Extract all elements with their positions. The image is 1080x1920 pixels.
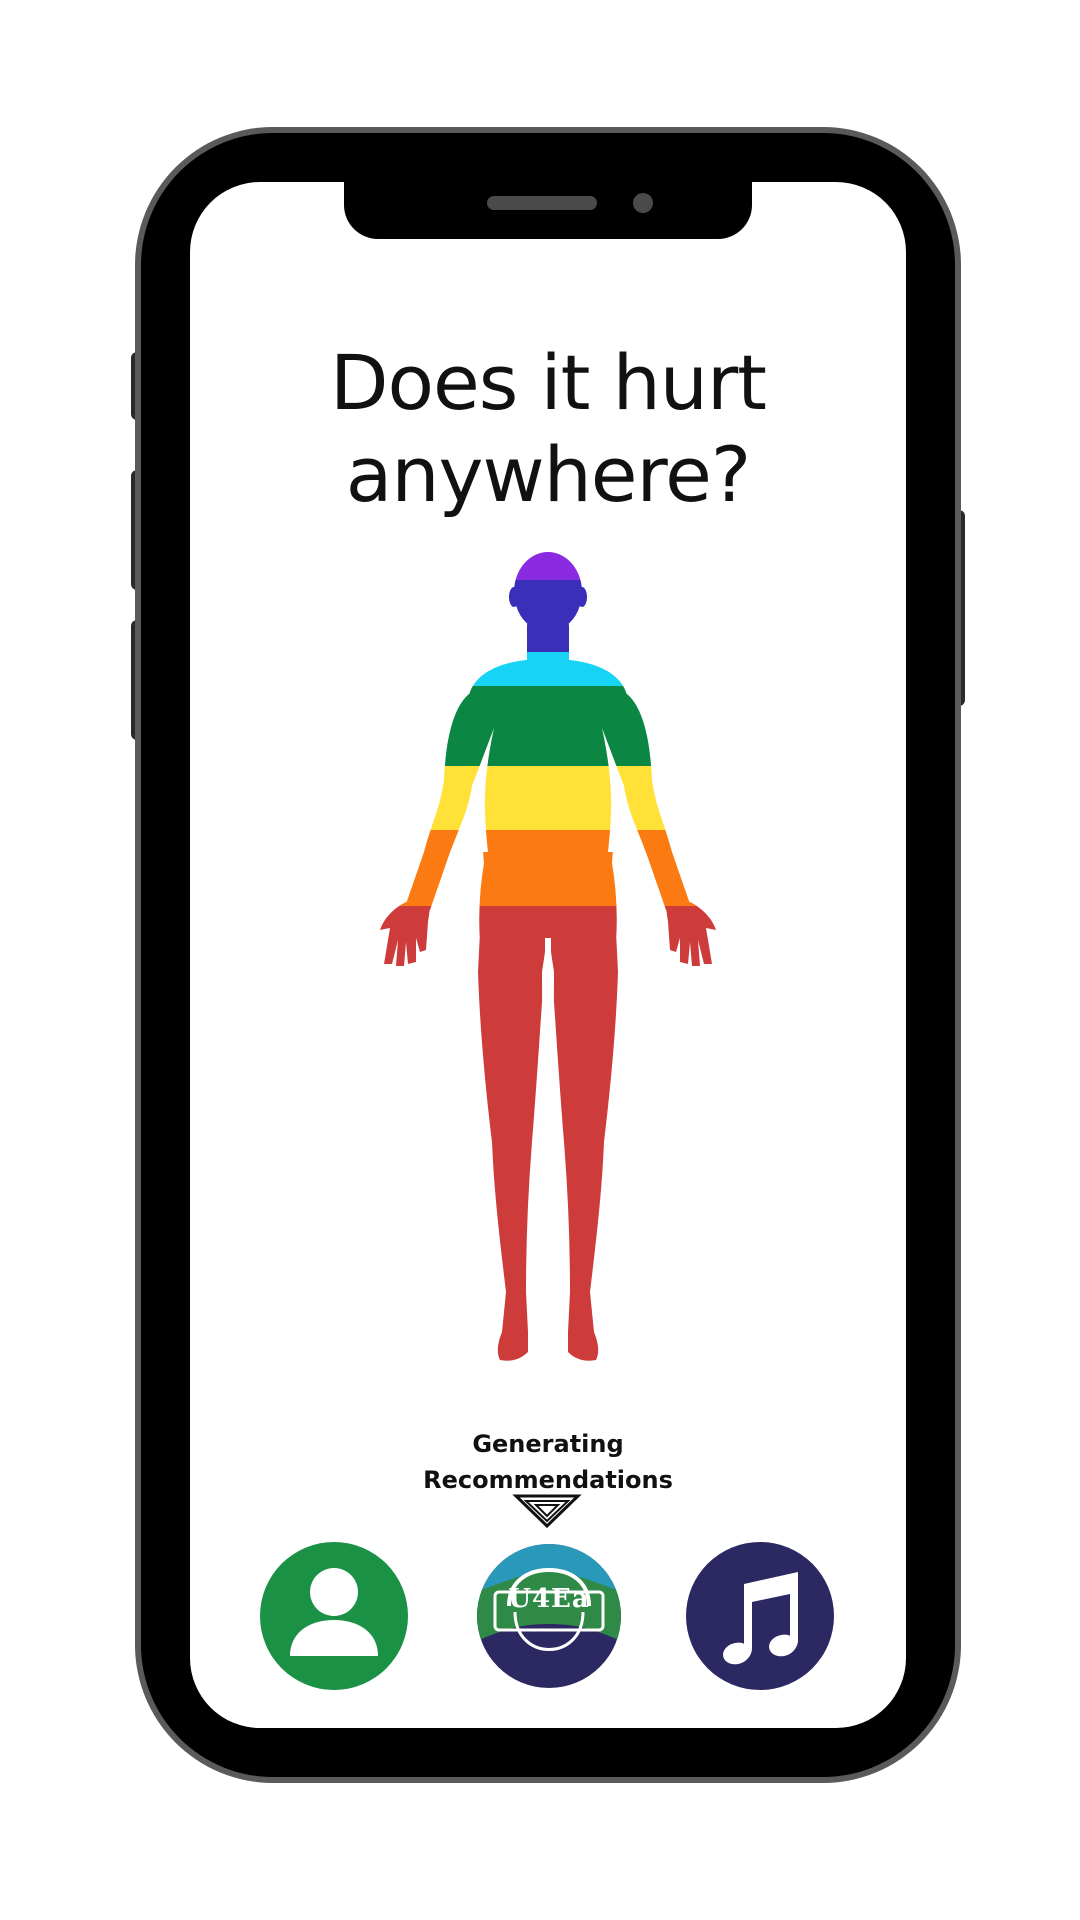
page-title: Does it hurt anywhere? [190,337,906,521]
front-camera [633,193,653,213]
loading-icon [512,1494,582,1528]
u4ea-logo-icon [477,1544,621,1688]
body-zone-crown[interactable] [360,552,736,580]
speaker-grille [487,196,597,210]
body-zone-pelvis[interactable] [360,830,736,906]
status-line-1: Generating [472,1430,624,1458]
leg-gap [542,938,554,1112]
body-zone-chest[interactable] [360,686,736,766]
title-line-1: Does it hurt [330,338,767,427]
music-button[interactable] [686,1542,834,1690]
body-map[interactable] [360,552,736,1370]
u4ea-logo-button[interactable]: U4Ea [475,1542,623,1690]
phone-screen: Does it hurt anywhere? Generating Recomm… [190,182,906,1728]
status-text: Generating Recommendations [190,1426,906,1498]
body-zone-abdomen[interactable] [360,766,736,830]
music-note-icon [723,1572,798,1665]
notch [344,182,752,239]
user-icon [290,1568,378,1656]
page: Does it hurt anywhere? Generating Recomm… [0,0,1080,1920]
title-line-2: anywhere? [345,430,751,519]
body-zone-head[interactable] [360,580,736,652]
profile-button[interactable] [260,1542,408,1690]
logo-text: U4Ea [508,1584,590,1614]
